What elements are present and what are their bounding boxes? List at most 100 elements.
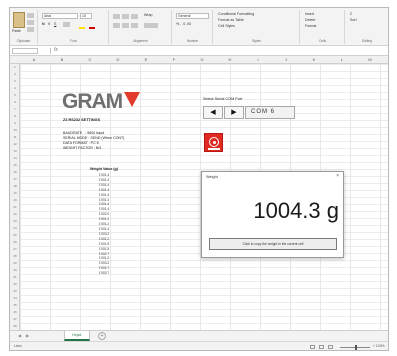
row-header[interactable]: 2 (10, 71, 20, 78)
com-port-field[interactable]: COM 6 (245, 106, 295, 119)
row-header[interactable]: 15 (10, 162, 20, 169)
column-header[interactable]: H (216, 56, 244, 64)
format-cells-button[interactable]: Format (305, 24, 316, 29)
row-header[interactable]: 13 (10, 148, 20, 155)
weight-value-cell[interactable]: 1'003.7 (83, 271, 125, 276)
align-left-icon[interactable] (113, 23, 120, 28)
bold-icon[interactable]: N (42, 22, 45, 27)
align-middle-icon[interactable] (122, 14, 129, 19)
column-header[interactable]: E (132, 56, 160, 64)
row-header[interactable]: 26 (10, 239, 20, 246)
align-right-icon[interactable] (131, 23, 138, 28)
column-header[interactable]: M (356, 56, 384, 64)
row-header[interactable]: 4 (10, 85, 20, 92)
column-header[interactable]: D (104, 56, 132, 64)
autosum-button[interactable]: Σ (350, 12, 352, 17)
font-color-icon[interactable] (89, 27, 95, 29)
number-format-buttons[interactable]: % , .0 .00 (176, 22, 191, 27)
page-layout-view-icon[interactable] (319, 345, 324, 349)
com-next-button[interactable]: ▶ (224, 106, 244, 119)
row-header[interactable]: 10 (10, 127, 20, 134)
row-header[interactable]: 11 (10, 134, 20, 141)
row-header[interactable]: 25 (10, 232, 20, 239)
paste-icon[interactable] (13, 12, 25, 28)
row-header[interactable]: 24 (10, 225, 20, 232)
copy-icon[interactable] (27, 20, 34, 25)
font-size-select[interactable]: 10 (80, 13, 92, 19)
scale-icon[interactable] (204, 133, 223, 152)
row-header[interactable]: 18 (10, 183, 20, 190)
row-header[interactable]: 28 (10, 253, 20, 260)
merge-center-icon[interactable] (144, 23, 158, 28)
com-port-label: Select Serial COM Port (203, 97, 243, 101)
normal-view-icon[interactable] (310, 345, 315, 349)
row-header[interactable]: 38 (10, 323, 20, 330)
align-top-icon[interactable] (113, 14, 120, 19)
row-header[interactable]: 8 (10, 113, 20, 120)
column-header[interactable]: I (244, 56, 272, 64)
close-icon[interactable]: × (336, 173, 339, 179)
fill-color-icon[interactable] (79, 27, 85, 29)
com-prev-button[interactable]: ◀ (203, 106, 223, 119)
row-header[interactable]: 12 (10, 141, 20, 148)
borders-icon[interactable] (63, 22, 70, 27)
align-bottom-icon[interactable] (131, 14, 138, 19)
row-header[interactable]: 7 (10, 106, 20, 113)
format-painter-icon[interactable] (27, 27, 34, 32)
column-header[interactable]: L (328, 56, 356, 64)
wrap-text-button[interactable]: Wrap (144, 13, 153, 18)
font-group-label: Font (70, 39, 77, 43)
column-header[interactable]: G (188, 56, 216, 64)
row-header[interactable]: 9 (10, 120, 20, 127)
cut-icon[interactable] (27, 13, 34, 18)
cell-styles-button[interactable]: Cell Styles (218, 24, 235, 29)
zoom-slider-thumb[interactable] (355, 345, 357, 350)
row-header[interactable]: 33 (10, 288, 20, 295)
row-header[interactable]: 20 (10, 197, 20, 204)
sheet-tab-hoja1[interactable]: Hoja1 (64, 331, 90, 341)
row-header[interactable]: 5 (10, 92, 20, 99)
column-header[interactable]: K (300, 56, 328, 64)
row-header[interactable]: 31 (10, 274, 20, 281)
format-as-table-button[interactable]: Format as Table (218, 18, 244, 23)
row-header[interactable]: 29 (10, 260, 20, 267)
copy-weight-button[interactable]: Click to copy the weight in the current … (209, 238, 337, 250)
font-name-select[interactable]: Arial (42, 13, 78, 19)
insert-function-icon[interactable]: fx (54, 47, 58, 53)
row-header[interactable]: 36 (10, 309, 20, 316)
tab-scroll-left-icon[interactable]: ◀ (18, 333, 21, 338)
column-header[interactable]: C (76, 56, 104, 64)
delete-cells-button[interactable]: Delete (305, 18, 315, 23)
row-header[interactable]: 19 (10, 190, 20, 197)
row-header[interactable]: 1 (10, 64, 20, 71)
conditional-formatting-button[interactable]: Conditional Formatting (218, 12, 254, 17)
row-header[interactable]: 17 (10, 176, 20, 183)
column-header[interactable]: J (272, 56, 300, 64)
insert-cells-button[interactable]: Insert (305, 12, 314, 17)
row-header[interactable]: 37 (10, 316, 20, 323)
page-break-view-icon[interactable] (328, 345, 333, 349)
row-header[interactable]: 27 (10, 246, 20, 253)
column-header[interactable]: A (20, 56, 48, 64)
row-header[interactable]: 23 (10, 218, 20, 225)
sort-filter-button[interactable]: Sort (350, 18, 357, 23)
row-header[interactable]: 16 (10, 169, 20, 176)
add-sheet-icon[interactable]: + (98, 332, 106, 340)
row-header[interactable]: 32 (10, 281, 20, 288)
row-header[interactable]: 6 (10, 99, 20, 106)
italic-icon[interactable]: K (48, 22, 50, 27)
name-box[interactable] (12, 48, 38, 54)
number-format-select[interactable]: General (176, 13, 209, 19)
row-header[interactable]: 21 (10, 204, 20, 211)
row-header[interactable]: 30 (10, 267, 20, 274)
row-header[interactable]: 22 (10, 211, 20, 218)
row-header[interactable]: 14 (10, 155, 20, 162)
column-header[interactable]: B (48, 56, 76, 64)
row-header[interactable]: 35 (10, 302, 20, 309)
row-header[interactable]: 34 (10, 295, 20, 302)
underline-icon[interactable]: S (54, 22, 56, 27)
align-center-icon[interactable] (122, 23, 129, 28)
tab-scroll-right-icon[interactable]: ▶ (26, 333, 29, 338)
row-header[interactable]: 3 (10, 78, 20, 85)
column-header[interactable]: F (160, 56, 188, 64)
